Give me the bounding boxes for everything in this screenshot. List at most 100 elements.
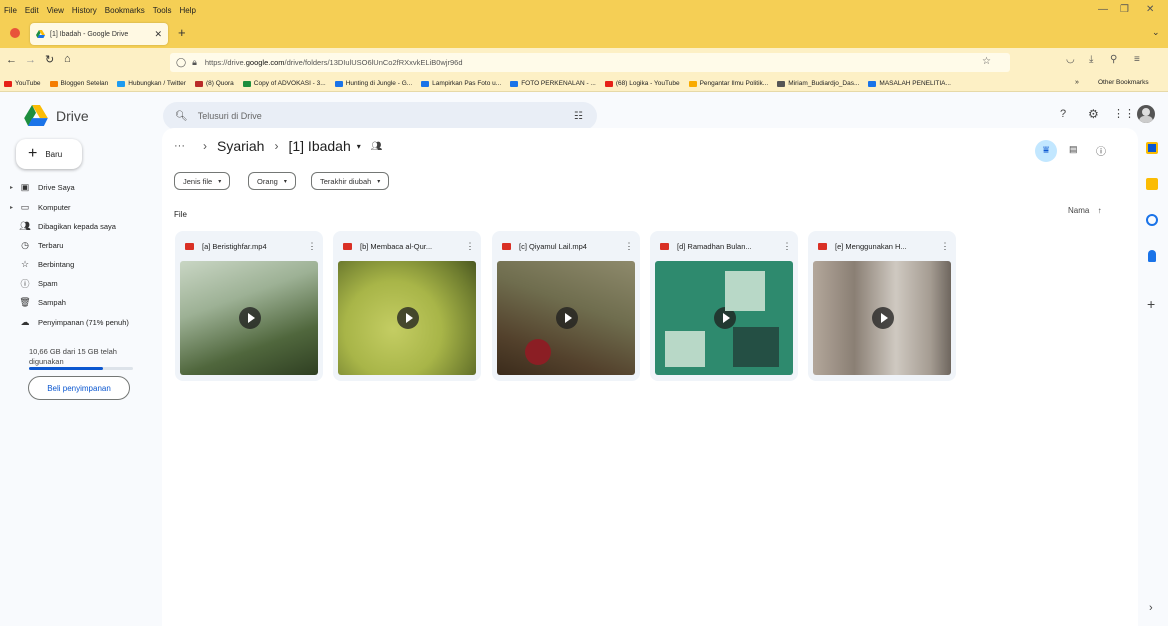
- contacts-icon[interactable]: [1148, 250, 1156, 262]
- tab-list-icon[interactable]: ⌄: [1152, 27, 1160, 38]
- bookmark-label: Pengantar Ilmu Politik...: [699, 80, 769, 87]
- nav-trash[interactable]: 🗑︎ Sampah: [10, 293, 150, 311]
- file-card[interactable]: [b] Membaca al-Qur... ⋮: [333, 231, 481, 381]
- shield-icon: ◯: [176, 57, 187, 67]
- sort-by-name[interactable]: Nama ↑: [1068, 206, 1102, 215]
- other-bookmarks[interactable]: Other Bookmarks: [1096, 79, 1149, 86]
- calendar-icon[interactable]: [1146, 142, 1158, 154]
- url-bar[interactable]: ◯ 🔒︎ https://drive.google.com/drive/fold…: [170, 53, 1010, 72]
- settings-gear-icon[interactable]: ⚙: [1088, 107, 1099, 121]
- account-avatar[interactable]: [1137, 105, 1155, 123]
- close-tab-icon[interactable]: ✕: [154, 29, 162, 40]
- bookmark-item[interactable]: (8) Quora: [194, 80, 234, 87]
- details-info-icon[interactable]: ⓘ: [1096, 143, 1106, 158]
- nav-shared[interactable]: 👥︎ Dibagikan kepada saya: [10, 217, 150, 235]
- download-icon[interactable]: ⤓: [1089, 54, 1093, 65]
- minimize-icon[interactable]: —: [1098, 4, 1108, 15]
- extensions-icon[interactable]: ⚲: [1110, 54, 1117, 65]
- nav-starred[interactable]: ☆ Berbintang: [10, 255, 150, 273]
- browser-tab[interactable]: [1] Ibadah - Google Drive ✕: [30, 23, 168, 45]
- file-card[interactable]: [d] Ramadhan Bulan... ⋮: [650, 231, 798, 381]
- search-bar[interactable]: 🔍︎ Telusuri di Drive ☷: [163, 102, 597, 130]
- menu-bookmarks[interactable]: Bookmarks: [105, 6, 145, 15]
- nav-spam[interactable]: ⓘ Spam: [10, 274, 150, 292]
- bookmark-item[interactable]: Copy of ADVOKASI - 3...: [242, 80, 326, 87]
- filter-last-modified[interactable]: Terakhir diubah ▾: [311, 172, 390, 190]
- nav-label: Spam: [38, 278, 58, 288]
- tasks-icon[interactable]: [1146, 214, 1158, 226]
- search-input[interactable]: Telusuri di Drive: [198, 111, 574, 121]
- nav-storage[interactable]: ☁ Penyimpanan (71% penuh): [10, 313, 150, 331]
- file-card[interactable]: [c] Qiyamul Lail.mp4 ⋮: [492, 231, 640, 381]
- expand-panel-icon[interactable]: ›: [1149, 602, 1153, 614]
- more-options-icon[interactable]: ⋮: [465, 241, 475, 252]
- folder-dropdown-icon[interactable]: ▾: [357, 142, 361, 151]
- menu-edit[interactable]: Edit: [25, 6, 39, 15]
- firefox-view-icon[interactable]: [10, 28, 20, 38]
- nav-computers[interactable]: ▸ ▭ Komputer: [10, 198, 150, 216]
- bookmark-favicon-icon: [194, 80, 203, 87]
- search-options-icon[interactable]: ☷: [574, 111, 583, 122]
- add-addon-icon[interactable]: +: [1147, 296, 1155, 312]
- bookmark-favicon-icon: [4, 80, 12, 87]
- menu-help[interactable]: Help: [179, 6, 195, 15]
- bookmark-item[interactable]: FOTO PERKENALAN - ...: [510, 80, 596, 87]
- shared-folder-icon[interactable]: 👥︎: [371, 141, 382, 152]
- nav-recent[interactable]: ◷ Terbaru: [10, 236, 150, 254]
- bookmark-item[interactable]: (68) Logika - YouTube: [604, 80, 680, 87]
- bookmark-item[interactable]: MASALAH PENELITIA...: [868, 80, 951, 87]
- menu-history[interactable]: History: [72, 6, 97, 15]
- expand-arrow-icon[interactable]: ▸: [10, 184, 18, 191]
- menu-view[interactable]: View: [47, 6, 64, 15]
- file-card[interactable]: [e] Menggunakan H... ⋮: [808, 231, 956, 381]
- bookmark-star-icon[interactable]: ☆: [982, 56, 991, 67]
- storage-usage-text: 10,66 GB dari 15 GB telah digunakan: [29, 347, 117, 366]
- expand-arrow-icon[interactable]: ▸: [10, 204, 18, 211]
- side-panel: + ›: [1138, 128, 1168, 626]
- filter-file-type[interactable]: Jenis file ▾: [174, 172, 231, 190]
- bookmark-item[interactable]: Miriam_Budiardjo_Das...: [777, 80, 859, 87]
- menu-file[interactable]: File: [4, 6, 17, 15]
- bookmark-item[interactable]: Hunting di Jungle - G...: [334, 80, 412, 87]
- buy-storage-button[interactable]: Beli penyimpanan: [28, 376, 130, 400]
- pocket-icon[interactable]: ◡: [1066, 54, 1075, 65]
- filter-people[interactable]: Orang ▾: [248, 172, 296, 190]
- home-icon[interactable]: ⌂: [64, 53, 71, 65]
- chevron-right-icon: ›: [203, 139, 207, 153]
- drive-logo[interactable]: Drive: [24, 105, 89, 126]
- bookmark-item[interactable]: Lampirkan Pas Foto u...: [421, 80, 501, 87]
- bookmark-item[interactable]: YouTube: [4, 80, 41, 87]
- more-options-icon[interactable]: ⋮: [307, 241, 317, 252]
- list-view-icon[interactable]: ▤: [1069, 144, 1078, 155]
- restore-icon[interactable]: ❐: [1120, 4, 1129, 15]
- filter-icon[interactable]: ⩸: [1035, 140, 1057, 162]
- breadcrumb-ellipsis[interactable]: ···: [174, 140, 185, 152]
- reload-icon[interactable]: ↻: [45, 53, 54, 66]
- bookmark-item[interactable]: Pengantar Ilmu Politik...: [688, 80, 769, 87]
- bookmark-item[interactable]: Bloggen Setelan: [49, 80, 108, 87]
- keep-icon[interactable]: [1146, 178, 1158, 190]
- app-menu-icon[interactable]: ≡: [1134, 54, 1140, 65]
- forward-icon[interactable]: →: [25, 54, 36, 66]
- bookmarks-overflow-icon[interactable]: »: [1075, 79, 1079, 86]
- file-card[interactable]: [a] Beristighfar.mp4 ⋮: [175, 231, 323, 381]
- new-button[interactable]: + Baru: [16, 139, 82, 169]
- computer-icon: ▭: [20, 201, 30, 212]
- close-window-icon[interactable]: ✕: [1146, 4, 1154, 15]
- new-tab-icon[interactable]: +: [178, 25, 186, 40]
- video-thumbnail: [813, 261, 951, 375]
- play-icon: [556, 307, 578, 329]
- menu-tools[interactable]: Tools: [153, 6, 172, 15]
- apps-grid-icon[interactable]: ⋮⋮: [1113, 107, 1135, 120]
- breadcrumb-parent[interactable]: Syariah: [217, 138, 264, 154]
- bookmark-item[interactable]: Hubungkan / Twitter: [117, 80, 186, 87]
- search-icon[interactable]: 🔍︎: [175, 111, 188, 122]
- nav-my-drive[interactable]: ▸ ▣ Drive Saya: [10, 178, 150, 196]
- more-options-icon[interactable]: ⋮: [940, 241, 950, 252]
- breadcrumb-current[interactable]: [1] Ibadah: [288, 138, 350, 154]
- help-icon[interactable]: ?: [1060, 108, 1066, 120]
- back-icon[interactable]: ←: [6, 54, 17, 66]
- more-options-icon[interactable]: ⋮: [782, 241, 792, 252]
- more-options-icon[interactable]: ⋮: [624, 241, 634, 252]
- tab-title: [1] Ibadah - Google Drive: [50, 30, 129, 38]
